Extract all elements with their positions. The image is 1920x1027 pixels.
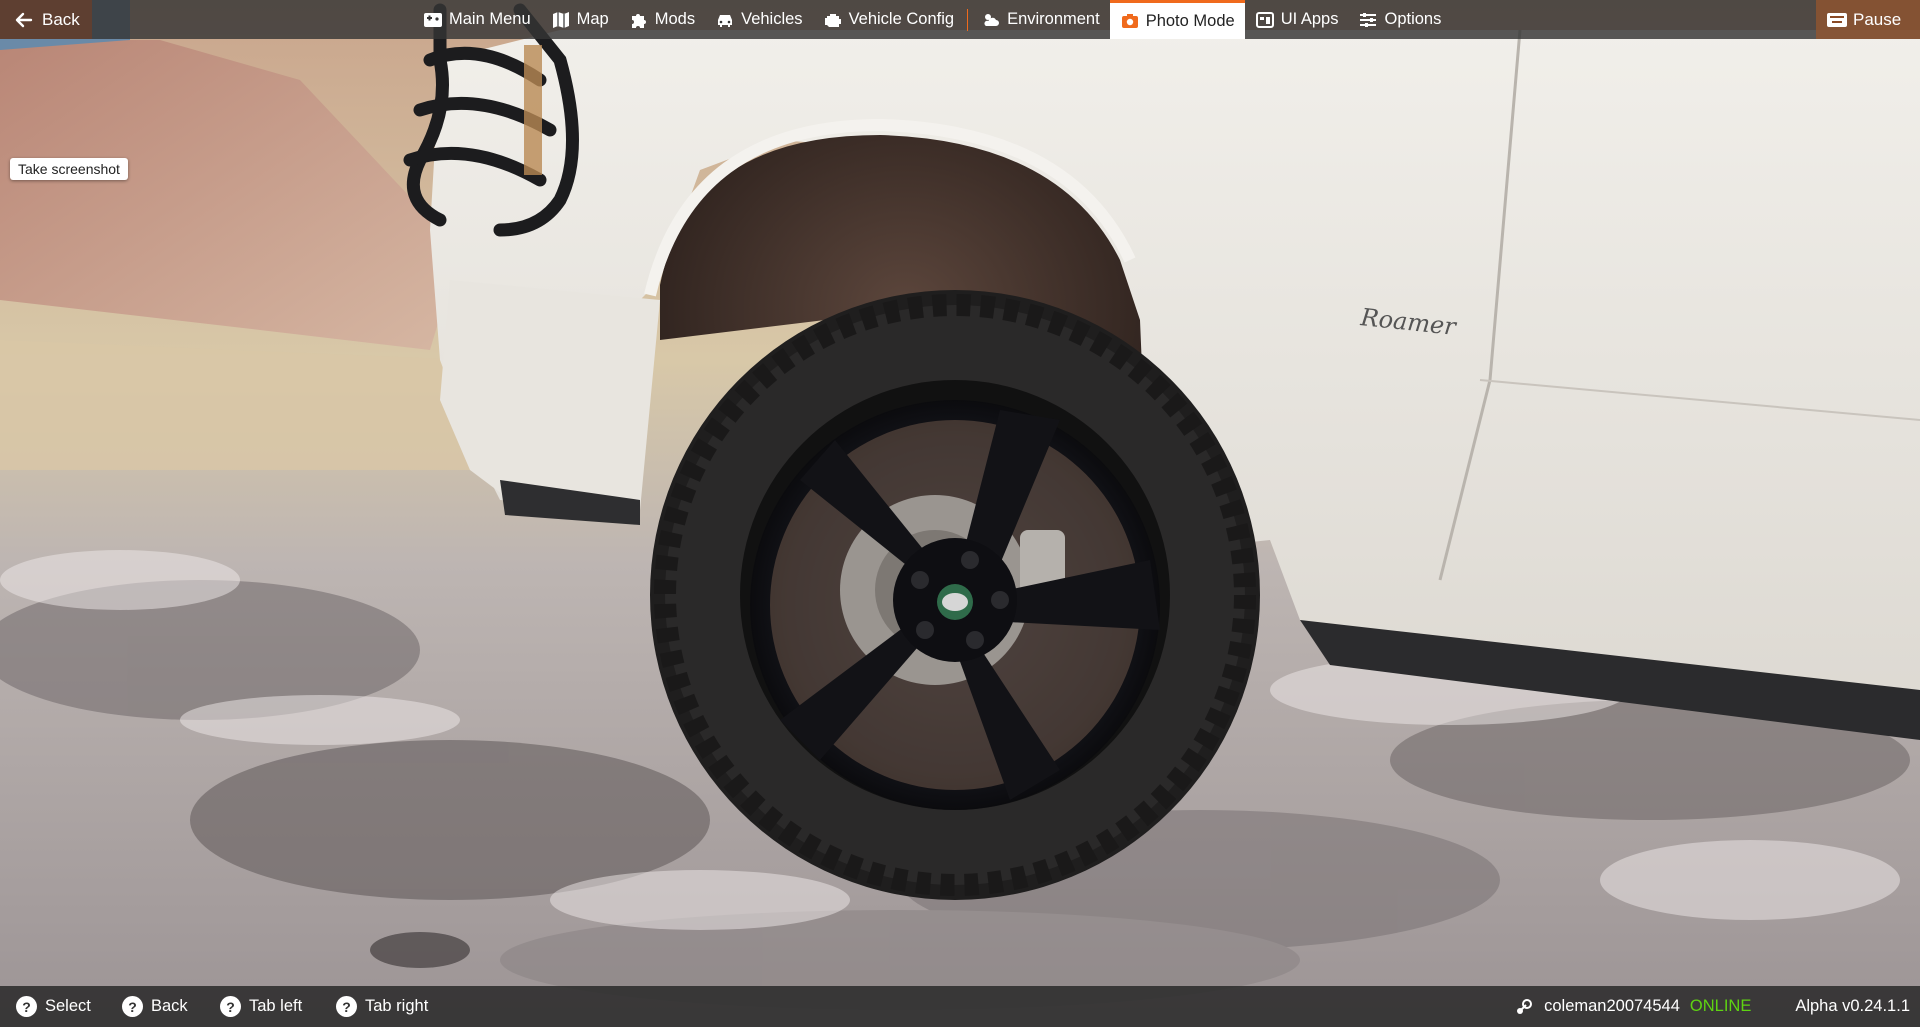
question-mark-icon: ? <box>336 996 357 1017</box>
sliders-icon <box>1358 10 1378 30</box>
menu-separator <box>967 9 969 31</box>
tab-map[interactable]: Map <box>541 0 619 39</box>
take-screenshot-tooltip: Take screenshot <box>10 158 128 180</box>
top-bar: Back Main Menu Map Mods Vehicles Vehicle… <box>0 0 1920 39</box>
online-status: ONLINE <box>1689 997 1752 1015</box>
main-menu-icon <box>423 10 443 30</box>
hint-select[interactable]: ? Select <box>16 986 91 1027</box>
tab-label: Vehicle Config <box>848 10 955 28</box>
back-button[interactable]: Back <box>0 0 92 39</box>
tab-vehicles[interactable]: Vehicles <box>705 0 812 39</box>
hint-tab-left[interactable]: ? Tab left <box>220 986 302 1027</box>
scene-render: Roamer <box>0 0 1920 1027</box>
back-button-label: Back <box>42 9 80 29</box>
weather-icon <box>981 10 1001 30</box>
tab-environment[interactable]: Environment <box>971 0 1110 39</box>
ui-apps-icon <box>1255 10 1275 30</box>
puzzle-icon <box>629 10 649 30</box>
car-icon <box>715 10 735 30</box>
map-icon <box>551 10 571 30</box>
tab-ui-apps[interactable]: UI Apps <box>1245 0 1349 39</box>
question-mark-icon: ? <box>16 996 37 1017</box>
main-navigation: Main Menu Map Mods Vehicles Vehicle Conf… <box>413 0 1451 39</box>
hint-back[interactable]: ? Back <box>122 986 188 1027</box>
tab-vehicle-config[interactable]: Vehicle Config <box>813 0 965 39</box>
question-mark-icon: ? <box>122 996 143 1017</box>
tab-label: Map <box>576 10 609 28</box>
hint-label: Select <box>45 997 91 1015</box>
keyboard-icon <box>1826 10 1847 30</box>
tab-photo-mode[interactable]: Photo Mode <box>1109 0 1245 39</box>
tab-label: UI Apps <box>1280 10 1339 28</box>
hint-tab-right[interactable]: ? Tab right <box>336 986 428 1027</box>
version-label: Alpha v0.24.1.1 <box>1795 997 1910 1015</box>
question-mark-icon: ? <box>220 996 241 1017</box>
tab-label: Photo Mode <box>1145 11 1235 30</box>
hint-label: Back <box>151 997 188 1015</box>
game-viewport[interactable]: Roamer <box>0 0 1920 1027</box>
steam-icon <box>1514 997 1534 1017</box>
camera-icon <box>1120 11 1140 31</box>
tab-label: Mods <box>654 10 696 28</box>
tab-label: Main Menu <box>449 10 531 28</box>
username: coleman20074544 <box>1544 997 1680 1015</box>
tab-options[interactable]: Options <box>1348 0 1451 39</box>
pause-button-label: Pause <box>1853 9 1902 29</box>
engine-icon <box>823 10 843 30</box>
hint-label: Tab right <box>365 997 429 1015</box>
tab-label: Options <box>1384 10 1442 28</box>
user-status: coleman20074544 ONLINE Alpha v0.24.1.1 <box>1514 986 1920 1027</box>
arrow-left-icon <box>14 10 34 30</box>
tab-label: Vehicles <box>741 10 803 28</box>
tab-mods[interactable]: Mods <box>619 0 705 39</box>
tab-label: Environment <box>1007 10 1100 28</box>
bottom-bar: ? Select ? Back ? Tab left ? Tab right c… <box>0 986 1920 1027</box>
pause-button[interactable]: Pause <box>1816 0 1920 39</box>
tab-main-menu[interactable]: Main Menu <box>413 0 541 39</box>
hint-label: Tab left <box>249 997 303 1015</box>
